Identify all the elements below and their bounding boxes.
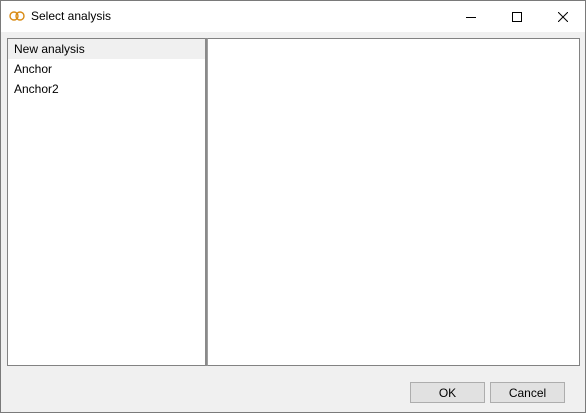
window-title: Select analysis	[31, 9, 112, 23]
minimize-icon	[466, 16, 476, 18]
select-analysis-dialog: Select analysis New analysis Anchor Anch…	[0, 0, 586, 413]
ok-button[interactable]: OK	[410, 382, 485, 403]
cancel-button[interactable]: Cancel	[490, 382, 565, 403]
close-icon	[558, 11, 568, 22]
maximize-button[interactable]	[494, 1, 540, 32]
maximize-icon	[512, 11, 522, 22]
title-bar[interactable]: Select analysis	[1, 1, 585, 32]
list-item-anchor2[interactable]: Anchor2	[8, 79, 205, 99]
list-item-label: Anchor	[14, 62, 53, 76]
list-item-new-analysis[interactable]: New analysis	[8, 39, 205, 59]
list-item-label: New analysis	[14, 42, 85, 56]
list-item-anchor[interactable]: Anchor	[8, 59, 205, 79]
minimize-button[interactable]	[448, 1, 494, 32]
close-button[interactable]	[540, 1, 586, 32]
list-item-label: Anchor2	[14, 82, 59, 96]
analysis-list[interactable]: New analysis Anchor Anchor2	[7, 38, 206, 366]
analysis-details-pane	[207, 38, 580, 366]
rings-icon	[9, 11, 25, 21]
